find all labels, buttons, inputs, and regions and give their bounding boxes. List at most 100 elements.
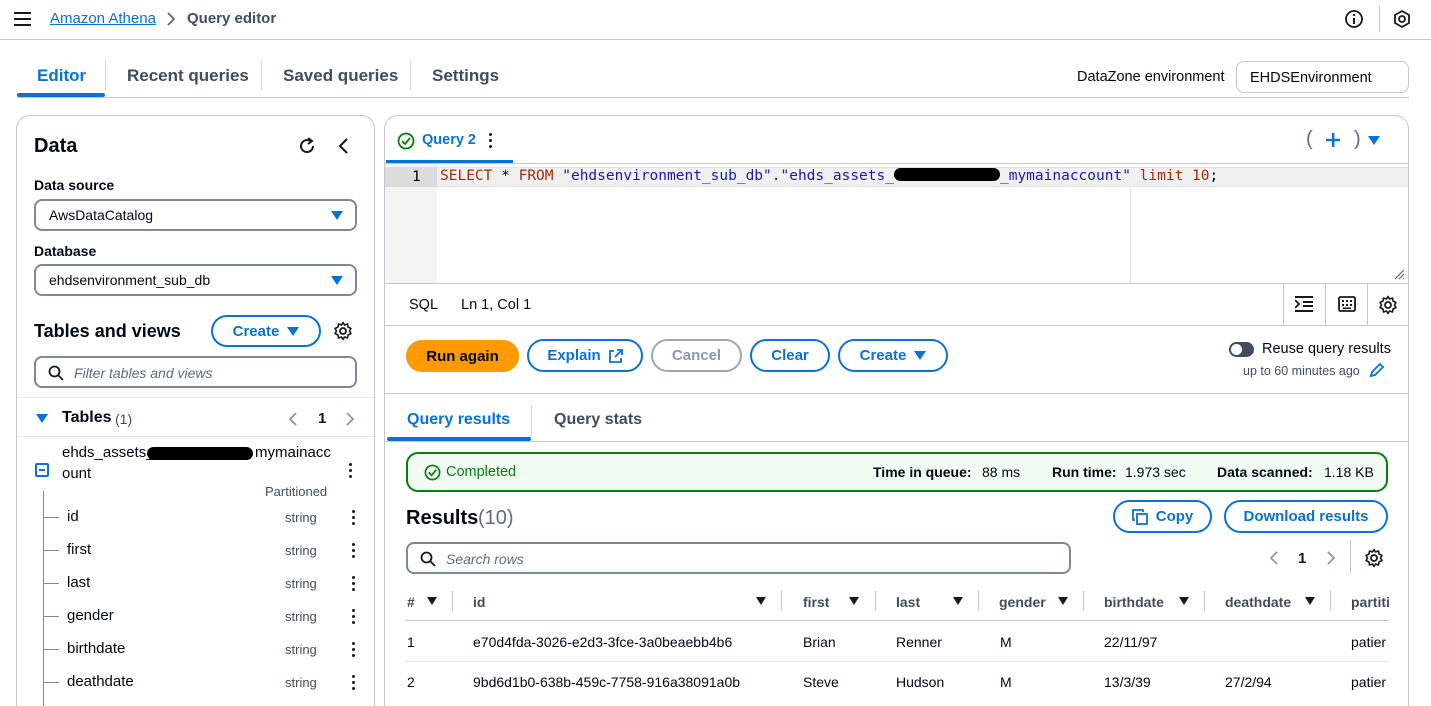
sort-icon[interactable]: [1058, 597, 1068, 605]
sort-icon[interactable]: [849, 597, 859, 605]
column-item[interactable]: id string: [17, 506, 374, 534]
reuse-results-sub: up to 60 minutes ago: [1243, 364, 1360, 378]
table-name-end: ount: [62, 465, 92, 482]
data-source-select[interactable]: AwsDataCatalog: [34, 199, 357, 231]
editor-settings-icon[interactable]: [1378, 295, 1398, 315]
column-name: last: [67, 574, 91, 591]
create-table-button[interactable]: Create: [211, 315, 321, 347]
table-actions-icon[interactable]: [349, 463, 353, 481]
tables-page-number[interactable]: 1: [318, 410, 326, 427]
run-again-label: Run again: [426, 347, 499, 365]
query-tab-label[interactable]: Query 2: [422, 132, 476, 148]
resize-handle-icon[interactable]: [1393, 268, 1405, 280]
column-header-deathdate[interactable]: deathdate: [1225, 594, 1291, 610]
cell-birthdate: 22/11/97: [1104, 634, 1158, 650]
query-tab-actions-icon[interactable]: [489, 133, 493, 151]
prev-page-icon[interactable]: [288, 411, 298, 427]
results-page-number[interactable]: 1: [1298, 550, 1306, 567]
edit-icon[interactable]: [1369, 362, 1385, 378]
tab-query-stats[interactable]: Query stats: [554, 411, 642, 429]
menu-icon[interactable]: [14, 11, 32, 27]
table-row[interactable]: 2 9bd6d1b0-638b-459c-7758-916a38091a0b S…: [386, 662, 1407, 702]
explain-button[interactable]: Explain: [527, 339, 643, 372]
column-actions-icon[interactable]: [352, 510, 356, 528]
refresh-icon[interactable]: [297, 136, 317, 156]
collapse-tree-icon[interactable]: [35, 463, 49, 477]
cancel-button[interactable]: Cancel: [651, 339, 742, 372]
column-header-birthdate[interactable]: birthdate: [1104, 594, 1164, 610]
clear-button[interactable]: Clear: [750, 339, 830, 372]
column-actions-icon[interactable]: [352, 576, 356, 594]
column-header-last[interactable]: last: [896, 594, 920, 610]
column-item[interactable]: gender string: [17, 605, 374, 633]
column-header-partition[interactable]: partiti: [1351, 594, 1390, 610]
column-actions-icon[interactable]: [352, 642, 356, 660]
info-icon[interactable]: [1344, 9, 1364, 29]
column-actions-icon[interactable]: [352, 543, 356, 561]
table-row[interactable]: 1 e70d4fda-3026-e2d3-3fce-3a0beaebb4b6 B…: [386, 621, 1407, 661]
add-query-tab-icon[interactable]: [1325, 132, 1341, 148]
copy-label: Copy: [1155, 508, 1194, 525]
sort-icon[interactable]: [756, 597, 766, 605]
search-icon: [48, 365, 64, 381]
sql-editor[interactable]: SELECT * FROM "ehdsenvironment_sub_db"."…: [440, 168, 1218, 184]
sort-icon[interactable]: [427, 597, 437, 605]
column-item[interactable]: last string: [17, 572, 374, 600]
column-header-id[interactable]: id: [473, 594, 485, 610]
column-actions-icon[interactable]: [352, 609, 356, 627]
datazone-environment-field[interactable]: EHDSEnvironment: [1236, 61, 1409, 93]
column-name: first: [67, 541, 92, 558]
datazone-label: DataZone environment: [1077, 69, 1225, 85]
column-header-gender[interactable]: gender: [999, 594, 1046, 610]
search-rows-input[interactable]: Search rows: [406, 542, 1071, 574]
column-name: gender: [67, 607, 114, 624]
table-node[interactable]: ehds_assets_ mymainacc ount Partitioned: [17, 441, 374, 501]
paren-open: (: [1306, 128, 1313, 150]
search-icon: [420, 551, 436, 567]
next-page-icon[interactable]: [345, 411, 355, 427]
reuse-results-toggle[interactable]: [1229, 342, 1254, 357]
column-actions-icon[interactable]: [352, 675, 356, 693]
run-time-label: Run time:: [1052, 464, 1117, 480]
settings-icon[interactable]: [333, 321, 353, 341]
tab-editor[interactable]: Editor: [37, 66, 86, 86]
notifications-icon[interactable]: [1392, 9, 1412, 29]
status-banner: Completed Time in queue: 88 ms Run time:…: [406, 452, 1388, 492]
copy-button[interactable]: Copy: [1113, 500, 1212, 533]
breadcrumb-amazon-athena[interactable]: Amazon Athena: [50, 10, 156, 27]
divider: [1367, 284, 1368, 326]
sort-icon[interactable]: [953, 597, 963, 605]
prev-page-icon[interactable]: [1269, 550, 1279, 566]
database-select[interactable]: ehdsenvironment_sub_db: [34, 264, 357, 296]
table-name-prefix: ehds_assets_: [62, 444, 155, 461]
cell-last: Hudson: [896, 674, 945, 690]
column-item[interactable]: birthdate string: [17, 638, 374, 666]
column-header-index[interactable]: #: [407, 594, 415, 610]
divider: [385, 283, 1408, 284]
keyboard-shortcuts-icon[interactable]: [1338, 296, 1356, 312]
table-preferences-icon[interactable]: [1364, 548, 1384, 568]
column-item[interactable]: deathdate string: [17, 671, 374, 699]
collapse-panel-icon[interactable]: [337, 137, 349, 155]
column-type: string: [285, 576, 317, 591]
next-page-icon[interactable]: [1326, 550, 1336, 566]
search-rows-placeholder: Search rows: [446, 551, 524, 567]
tabs-menu-caret-icon[interactable]: [1368, 136, 1380, 145]
create-button[interactable]: Create: [838, 339, 948, 372]
sort-icon[interactable]: [1305, 597, 1315, 605]
line-number: 1: [412, 169, 421, 185]
tab-saved-queries[interactable]: Saved queries: [283, 66, 398, 86]
column-item[interactable]: first string: [17, 539, 374, 567]
column-header-first[interactable]: first: [803, 594, 829, 610]
divider: [1350, 540, 1351, 574]
run-again-button[interactable]: Run again: [406, 340, 519, 372]
expand-caret-icon[interactable]: [36, 414, 48, 423]
format-query-icon[interactable]: [1295, 296, 1313, 312]
tab-recent-queries[interactable]: Recent queries: [127, 66, 249, 86]
filter-tables-input[interactable]: Filter tables and views: [34, 356, 357, 388]
sort-icon[interactable]: [1179, 597, 1189, 605]
download-results-button[interactable]: Download results: [1224, 500, 1388, 533]
tab-separator: [261, 60, 262, 90]
tab-settings[interactable]: Settings: [432, 66, 499, 86]
tab-query-results[interactable]: Query results: [407, 411, 510, 429]
